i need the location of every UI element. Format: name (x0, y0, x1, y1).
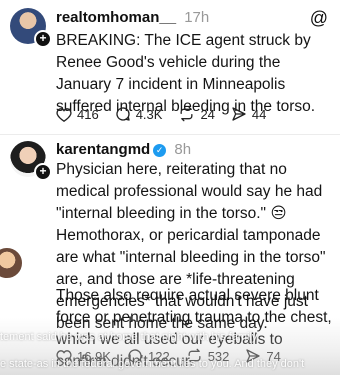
username[interactable]: karentangmd (56, 141, 150, 158)
timestamp: 8h (174, 141, 192, 158)
username[interactable]: realtomhoman__ (56, 9, 176, 26)
reply-button[interactable]: 4.3K (115, 106, 163, 122)
share-count: 44 (251, 106, 267, 122)
repost-icon (180, 106, 193, 122)
like-count: 416 (77, 106, 99, 122)
heart-icon (56, 107, 72, 122)
post-header: realtomhoman__ 17h (56, 9, 209, 26)
follow-plus-icon[interactable]: + (34, 163, 52, 181)
follow-plus-icon[interactable]: + (34, 30, 52, 48)
overlay-caption: tement said he was at home that night wi… (0, 331, 260, 343)
send-icon (232, 107, 246, 121)
reply-count: 4.3K (135, 106, 163, 122)
verified-badge-icon: ✓ (153, 143, 167, 157)
overlay-avatar (0, 246, 24, 280)
post-header: karentangmd ✓ 8h (56, 141, 191, 158)
comment-icon (116, 107, 130, 121)
repost-count: 24 (200, 106, 215, 122)
repost-button[interactable]: 24 (178, 106, 215, 122)
share-button[interactable]: 44 (231, 106, 266, 122)
timestamp: 17h (184, 9, 210, 26)
overlay-caption: e state-as in the federal government lie… (0, 358, 305, 370)
post-text: BREAKING: The ICE agent struck by Renee … (56, 32, 316, 115)
post-actions: 416 4.3K 24 44 (56, 106, 282, 122)
divider (0, 134, 340, 135)
threads-logo-icon: @ (309, 8, 328, 28)
like-button[interactable]: 416 (56, 107, 99, 122)
